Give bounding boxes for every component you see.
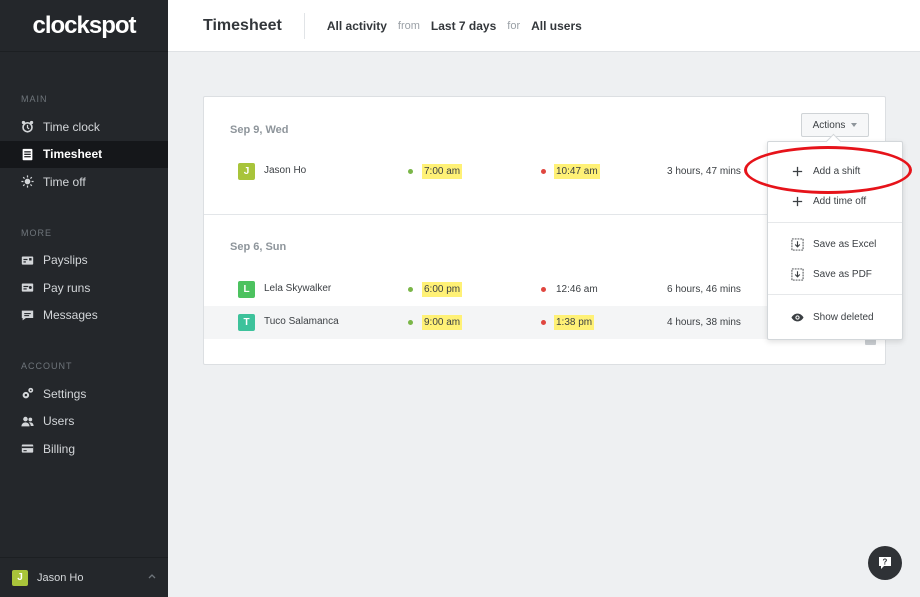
menu-separator bbox=[768, 222, 902, 223]
payslip-icon bbox=[21, 254, 34, 267]
employee-name[interactable]: Jason Ho bbox=[264, 165, 306, 176]
top-header: Timesheet All activity from Last 7 days … bbox=[168, 0, 920, 52]
sidebar-item-label: Settings bbox=[43, 386, 87, 401]
sidebar-item-time-off[interactable]: Time off bbox=[0, 168, 168, 196]
nav-section-main: MAIN Time clock Timesheet Time off bbox=[0, 94, 168, 196]
avatar: L bbox=[238, 281, 255, 298]
clock-out-dot-icon bbox=[541, 287, 546, 292]
clock-out-time[interactable]: 12:46 am bbox=[554, 282, 600, 297]
sidebar-item-messages[interactable]: Messages bbox=[0, 302, 168, 330]
plus-icon bbox=[790, 164, 804, 178]
actions-button[interactable]: Actions bbox=[801, 113, 869, 137]
day-label: Sep 9, Wed bbox=[230, 124, 289, 136]
filter-users[interactable]: All users bbox=[531, 19, 582, 33]
shift-duration: 3 hours, 47 mins bbox=[667, 166, 741, 177]
day-label: Sep 6, Sun bbox=[230, 241, 287, 253]
employee-name[interactable]: Tuco Salamanca bbox=[264, 316, 339, 327]
sidebar-item-label: Messages bbox=[43, 308, 98, 323]
clock-in-dot-icon bbox=[408, 169, 413, 174]
eye-icon bbox=[790, 310, 804, 324]
employee-name[interactable]: Lela Skywalker bbox=[264, 283, 331, 294]
help-chat-button[interactable]: ? bbox=[868, 546, 902, 580]
clock-out-dot-icon bbox=[541, 320, 546, 325]
app-logo[interactable]: clockspot bbox=[0, 0, 168, 52]
shift-duration: 4 hours, 38 mins bbox=[667, 317, 741, 328]
avatar: J bbox=[238, 163, 255, 180]
current-user-menu[interactable]: J Jason Ho bbox=[0, 557, 168, 597]
menu-item-add-shift[interactable]: Add a shift bbox=[768, 157, 902, 185]
clock-out-time[interactable]: 1:38 pm bbox=[554, 315, 595, 330]
menu-item-save-pdf[interactable]: Save as PDF bbox=[768, 260, 902, 288]
users-icon bbox=[21, 415, 34, 428]
menu-item-label: Add a shift bbox=[813, 165, 861, 177]
nav-heading-main: MAIN bbox=[21, 94, 48, 104]
current-user-name: Jason Ho bbox=[37, 571, 84, 584]
clock-out-time[interactable]: 10:47 am bbox=[554, 164, 600, 179]
timesheet-icon bbox=[21, 148, 34, 161]
sidebar-item-label: Payslips bbox=[43, 253, 88, 268]
sidebar: clockspot MAIN Time clock Timesheet Time… bbox=[0, 0, 168, 597]
nav-section-account: ACCOUNT Settings Users Billing bbox=[0, 361, 168, 463]
clock-in-time[interactable]: 7:00 am bbox=[422, 164, 463, 179]
shift-duration: 6 hours, 46 mins bbox=[667, 284, 741, 295]
sidebar-item-label: Users bbox=[43, 414, 75, 429]
download-icon bbox=[790, 237, 804, 251]
caret-down-icon bbox=[851, 123, 858, 127]
credit-card-icon bbox=[21, 442, 34, 455]
clock-out-dot-icon bbox=[541, 169, 546, 174]
sidebar-item-label: Timesheet bbox=[43, 147, 103, 162]
sidebar-item-settings[interactable]: Settings bbox=[0, 380, 168, 408]
sidebar-item-label: Billing bbox=[43, 441, 76, 456]
svg-text:?: ? bbox=[883, 558, 888, 567]
nav-heading-more: MORE bbox=[21, 227, 52, 238]
page-title: Timesheet bbox=[168, 12, 305, 39]
menu-item-label: Save as Excel bbox=[813, 238, 877, 250]
alarm-clock-icon bbox=[21, 120, 34, 133]
menu-item-show-deleted[interactable]: Show deleted bbox=[768, 303, 902, 331]
menu-item-label: Add time off bbox=[813, 195, 867, 207]
avatar: T bbox=[238, 314, 255, 331]
sidebar-item-payslips[interactable]: Payslips bbox=[0, 247, 168, 275]
sidebar-item-billing[interactable]: Billing bbox=[0, 435, 168, 463]
actions-button-label: Actions bbox=[812, 119, 846, 131]
filter-from-label: from bbox=[397, 19, 420, 32]
clock-in-time[interactable]: 6:00 pm bbox=[422, 282, 463, 297]
nav-section-more: MORE Payslips Pay runs Messages bbox=[0, 228, 168, 330]
avatar: J bbox=[12, 569, 28, 586]
gear-icon bbox=[21, 387, 34, 400]
help-chat-icon: ? bbox=[879, 557, 891, 569]
sidebar-item-label: Time off bbox=[43, 174, 86, 189]
download-icon bbox=[790, 267, 804, 281]
menu-item-label: Save as PDF bbox=[813, 268, 872, 280]
plus-icon bbox=[790, 194, 804, 208]
filter-activity[interactable]: All activity bbox=[327, 19, 387, 33]
menu-item-label: Show deleted bbox=[813, 311, 874, 323]
clock-in-time[interactable]: 9:00 am bbox=[422, 315, 463, 330]
menu-item-save-excel[interactable]: Save as Excel bbox=[768, 230, 902, 258]
clock-in-dot-icon bbox=[408, 287, 413, 292]
sidebar-item-users[interactable]: Users bbox=[0, 408, 168, 436]
sidebar-item-timesheet[interactable]: Timesheet bbox=[0, 140, 168, 168]
clock-in-dot-icon bbox=[408, 320, 413, 325]
sidebar-item-time-clock[interactable]: Time clock bbox=[0, 113, 168, 141]
sidebar-item-label: Time clock bbox=[43, 119, 100, 134]
filter-date-range[interactable]: Last 7 days bbox=[431, 19, 496, 33]
chevron-up-icon bbox=[148, 574, 156, 579]
payrun-icon bbox=[21, 281, 34, 294]
menu-item-add-time-off[interactable]: Add time off bbox=[768, 187, 902, 215]
menu-separator bbox=[768, 294, 902, 295]
actions-dropdown-menu: Add a shift Add time off Save as Excel S… bbox=[767, 141, 903, 340]
sun-icon bbox=[21, 175, 34, 188]
timesheet-filters: All activity from Last 7 days for All us… bbox=[305, 19, 582, 33]
nav-heading-account: ACCOUNT bbox=[21, 361, 73, 371]
sidebar-item-pay-runs[interactable]: Pay runs bbox=[0, 274, 168, 302]
filter-for-label: for bbox=[507, 19, 521, 32]
message-icon bbox=[21, 309, 34, 322]
sidebar-item-label: Pay runs bbox=[43, 280, 91, 295]
